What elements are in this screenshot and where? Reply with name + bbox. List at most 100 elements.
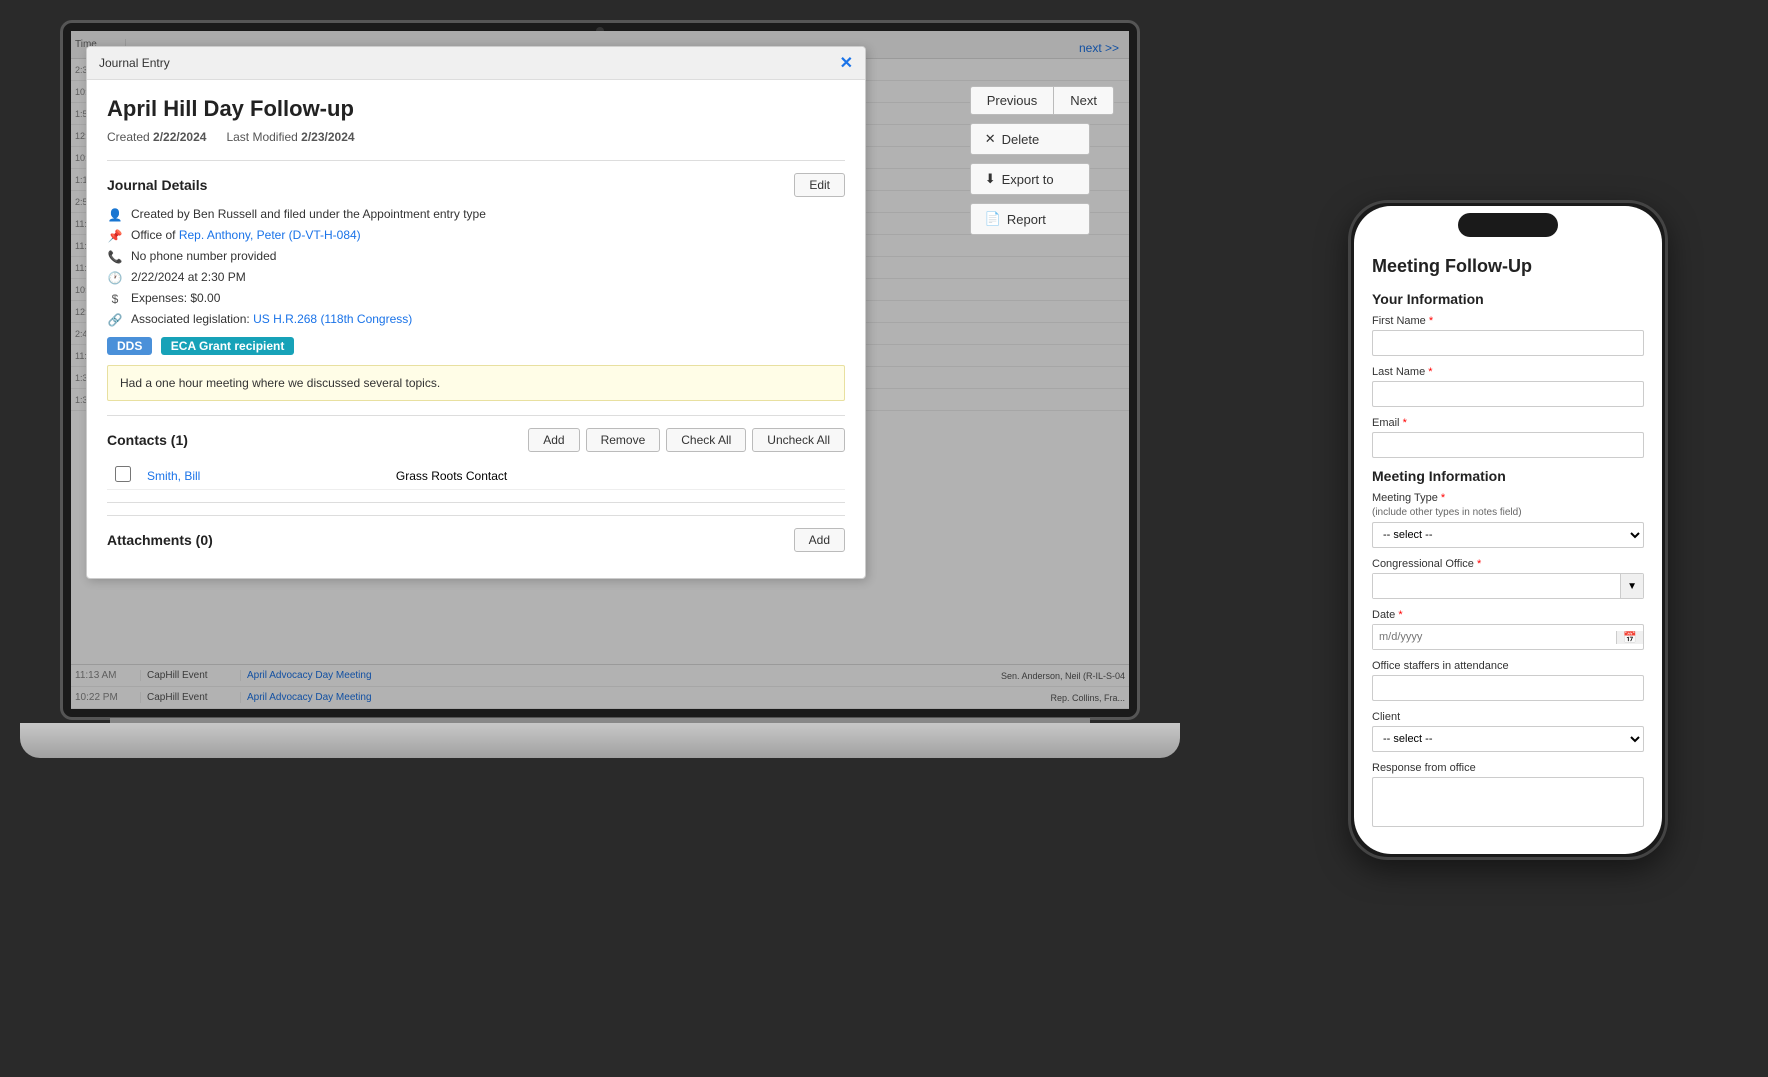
legislation-link[interactable]: US H.R.268 (118th Congress) [253,312,412,326]
congressional-office-required: * [1477,558,1481,570]
response-label: Response from office [1372,762,1644,774]
contacts-title: Contacts (1) [107,432,188,448]
date-label: Date * [1372,609,1644,621]
modal-header: Journal Entry ✕ [87,47,865,80]
date-required: * [1398,609,1402,621]
close-button[interactable]: ✕ [840,53,853,73]
phone-frame: Meeting Follow-Up Your Information First… [1348,200,1668,860]
phone-form-title: Meeting Follow-Up [1372,256,1644,277]
modal-entry-title: April Hill Day Follow-up [107,96,845,122]
created-meta: Created 2/22/2024 [107,130,206,144]
meeting-type-label: Meeting Type * [1372,492,1644,504]
date-input[interactable] [1373,625,1616,649]
modal-meta: Created 2/22/2024 Last Modified 2/23/202… [107,130,845,144]
datetime-row: 🕐 2/22/2024 at 2:30 PM [107,270,845,285]
contact-checkbox[interactable] [115,466,131,482]
email-input[interactable] [1372,432,1644,458]
delete-button[interactable]: ✕ Delete [970,123,1090,155]
modified-date: 2/23/2024 [301,130,354,144]
link-icon: 🔗 [107,313,123,327]
office-link[interactable]: Rep. Anthony, Peter (D-VT-H-084) [179,228,361,242]
response-textarea[interactable] [1372,777,1644,827]
modal-actions: Previous Next ✕ Delete ⬇ Export to 📄 Rep… [970,86,1114,235]
contact-checkbox-cell [107,462,139,490]
contacts-section: Contacts (1) Add Remove Check All Unchec… [107,415,845,452]
phone-notch [1458,213,1558,237]
contact-name-link[interactable]: Smith, Bill [147,469,200,483]
legislation-text: Associated legislation: US H.R.268 (118t… [131,312,412,326]
attachments-section: Attachments (0) Add [107,515,845,552]
created-by-text: Created by Ben Russell and filed under t… [131,207,486,221]
contacts-add-button[interactable]: Add [528,428,579,452]
contacts-uncheck-all-button[interactable]: Uncheck All [752,428,845,452]
meeting-info-title: Meeting Information [1372,468,1644,484]
report-icon: 📄 [985,211,1001,227]
tags-row: DDS ECA Grant recipient [107,337,845,355]
email-label: Email * [1372,417,1644,429]
journal-modal: Journal Entry ✕ April Hill Day Follow-up… [86,46,866,579]
journal-details-section: Journal Details Edit [107,160,845,197]
export-button[interactable]: ⬇ Export to [970,163,1090,195]
laptop-base [20,723,1180,758]
report-button[interactable]: 📄 Report [970,203,1090,235]
notes-box: Had a one hour meeting where we discusse… [107,365,845,401]
laptop-frame: Time 2:30 P10:391:58 P12:5710:281:13 P2:… [60,20,1160,800]
last-name-input[interactable] [1372,381,1644,407]
contacts-remove-button[interactable]: Remove [586,428,661,452]
contacts-table: Smith, Bill Grass Roots Contact [107,462,845,490]
phone-text: No phone number provided [131,249,276,263]
contacts-actions: Add Remove Check All Uncheck All [528,428,845,452]
export-icon: ⬇ [985,171,996,187]
next-button[interactable]: Next [1053,86,1114,115]
laptop-screen-bezel: Time 2:30 P10:391:58 P12:5710:281:13 P2:… [60,20,1140,720]
staffers-label: Office staffers in attendance [1372,660,1644,672]
modal-body: April Hill Day Follow-up Created 2/22/20… [87,80,865,578]
nav-buttons: Previous Next [970,86,1114,115]
expenses-row: $ Expenses: $0.00 [107,291,845,306]
modal-header-title: Journal Entry [99,56,170,70]
phone-row: 📞 No phone number provided [107,249,845,264]
contacts-check-all-button[interactable]: Check All [666,428,746,452]
first-name-input[interactable] [1372,330,1644,356]
first-name-label: First Name * [1372,315,1644,327]
created-date: 2/22/2024 [153,130,206,144]
congressional-office-input[interactable] [1373,574,1620,598]
laptop-screen: Time 2:30 P10:391:58 P12:5710:281:13 P2:… [71,31,1129,709]
notes-text: Had a one hour meeting where we discusse… [120,376,440,390]
meeting-type-required: * [1441,492,1445,504]
created-by-row: 👤 Created by Ben Russell and filed under… [107,207,845,222]
contact-type-cell: Grass Roots Contact [388,462,845,490]
datetime-text: 2/22/2024 at 2:30 PM [131,270,246,284]
edit-button[interactable]: Edit [794,173,845,197]
last-name-label: Last Name * [1372,366,1644,378]
attachments-title: Attachments (0) [107,532,213,548]
location-icon: 📌 [107,229,123,243]
attachments-add-button[interactable]: Add [794,528,845,552]
date-picker-button[interactable]: 📅 [1616,631,1643,644]
journal-details-title: Journal Details [107,177,207,193]
phone-content: Meeting Follow-Up Your Information First… [1354,206,1662,854]
office-row: 📌 Office of Rep. Anthony, Peter (D-VT-H-… [107,228,845,243]
expenses-text: Expenses: $0.00 [131,291,220,305]
meeting-type-hint: (include other types in notes field) [1372,507,1644,518]
meeting-type-select[interactable]: -- select -- [1372,522,1644,548]
clock-icon: 🕐 [107,271,123,285]
client-select[interactable]: -- select -- [1372,726,1644,752]
client-label: Client [1372,711,1644,723]
last-name-required: * [1428,366,1432,378]
previous-button[interactable]: Previous [970,86,1054,115]
modified-meta: Last Modified 2/23/2024 [226,130,354,144]
phone-icon: 📞 [107,250,123,264]
table-row: Smith, Bill Grass Roots Contact [107,462,845,490]
dollar-icon: $ [107,292,123,306]
tag-dds[interactable]: DDS [107,337,152,355]
tag-eca[interactable]: ECA Grant recipient [161,337,295,355]
office-text: Office of Rep. Anthony, Peter (D-VT-H-08… [131,228,361,242]
person-icon: 👤 [107,208,123,222]
contact-name-cell: Smith, Bill [139,462,388,490]
first-name-required: * [1429,315,1433,327]
staffers-input[interactable] [1372,675,1644,701]
legislation-row: 🔗 Associated legislation: US H.R.268 (11… [107,312,845,327]
congressional-office-dropdown-button[interactable]: ▼ [1620,574,1643,598]
your-info-title: Your Information [1372,291,1644,307]
